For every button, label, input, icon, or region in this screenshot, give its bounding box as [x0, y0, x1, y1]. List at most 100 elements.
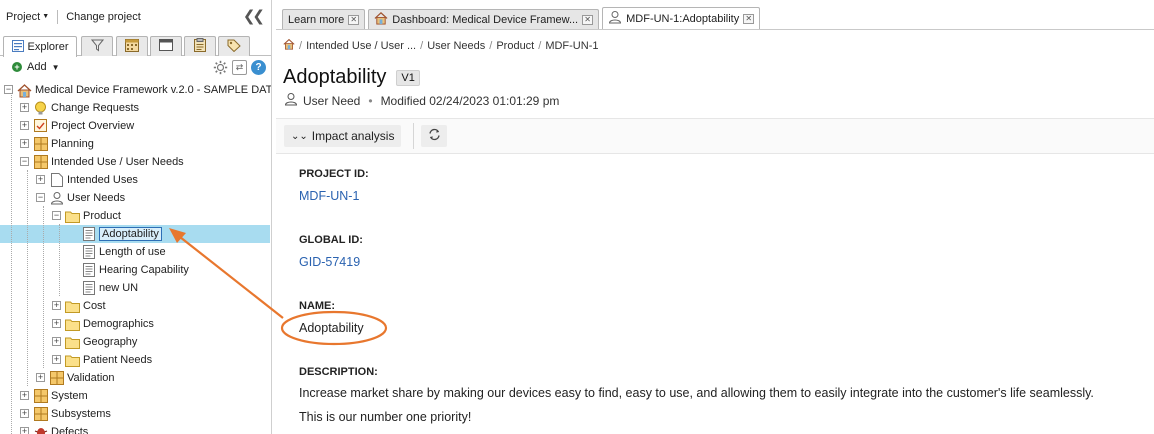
collapse-toggle-icon[interactable]: −: [36, 193, 45, 202]
meta-separator: •: [368, 93, 373, 108]
expand-toggle-icon[interactable]: +: [52, 301, 61, 310]
close-icon[interactable]: ✕: [582, 14, 594, 25]
tree-node-new-un[interactable]: new UN: [0, 279, 138, 297]
doc-lines-icon: [81, 245, 96, 260]
tab-label: Learn more: [288, 13, 345, 26]
tree-node-product[interactable]: − Product: [0, 207, 121, 225]
breadcrumb-item[interactable]: Product: [496, 40, 534, 52]
expand-toggle-icon[interactable]: +: [52, 337, 61, 346]
tree-node-adoptability[interactable]: Adoptability: [0, 225, 162, 243]
tree-node-label: Defects: [51, 426, 89, 434]
project-id-value[interactable]: MDF-UN-1: [299, 189, 369, 203]
expand-toggle-icon[interactable]: +: [36, 175, 45, 184]
expand-toggle-icon[interactable]: +: [36, 373, 45, 382]
collapse-panel-icon[interactable]: ❮❮: [243, 7, 265, 25]
left-tabs: Explorer: [0, 34, 271, 57]
tab-dashboard[interactable]: Dashboard: Medical Device Framew... ✕: [368, 9, 600, 29]
collapse-toggle-icon[interactable]: −: [20, 157, 29, 166]
tree-node-defects[interactable]: + Defects: [0, 423, 88, 434]
project-menu[interactable]: Project ▼: [6, 11, 49, 23]
app-root: Project ▼ Change project ❮❮ Explorer + A…: [0, 0, 1154, 434]
close-icon[interactable]: ✕: [348, 14, 360, 25]
main-panel: Learn more ✕ Dashboard: Medical Device F…: [276, 0, 1154, 434]
expand-toggle-icon[interactable]: +: [20, 391, 29, 400]
description-paragraph: This is our number one priority!: [299, 410, 472, 424]
page-title-row: Adoptability V1: [283, 66, 420, 89]
bulb-icon: [33, 101, 48, 116]
tab-adoptability[interactable]: MDF-UN-1:Adoptability ✕: [602, 7, 761, 29]
breadcrumb-item[interactable]: User Needs: [427, 40, 485, 52]
impact-analysis-button[interactable]: ⌄⌄ Impact analysis: [284, 125, 402, 147]
caret-down-icon: ▼: [51, 62, 60, 72]
tree-node-hearing-capability[interactable]: Hearing Capability: [0, 261, 189, 279]
tree-node-project-overview[interactable]: + Project Overview: [0, 117, 134, 135]
item-meta: User Need • Modified 02/24/2023 01:01:29…: [284, 92, 559, 109]
global-id-value[interactable]: GID-57419: [299, 255, 363, 269]
expand-toggle-icon[interactable]: +: [20, 427, 29, 434]
collapse-toggle-icon[interactable]: −: [4, 85, 13, 94]
expand-toggle-icon[interactable]: +: [20, 139, 29, 148]
breadcrumb-separator: /: [420, 39, 424, 52]
folder-icon: [65, 209, 80, 224]
refresh-button[interactable]: [421, 125, 447, 147]
project-menu-label: Project: [6, 10, 41, 23]
doc-lines-icon: [81, 227, 96, 242]
left-action-row: + Add ▼ ⇄ ?: [0, 57, 271, 79]
tree-node-label: Length of use: [99, 246, 166, 258]
tree-node-project[interactable]: − Medical Device Framework v.2.0 - SAMPL…: [0, 81, 271, 99]
breadcrumb-item[interactable]: MDF-UN-1: [545, 40, 598, 52]
tab-tags[interactable]: [218, 36, 250, 56]
tab-label: MDF-UN-1:Adoptability: [626, 12, 740, 25]
tree-node-demographics[interactable]: + Demographics: [0, 315, 154, 333]
expand-toggle-icon[interactable]: +: [20, 409, 29, 418]
add-button[interactable]: + Add ▼: [12, 61, 60, 73]
tree-node-label: Project Overview: [51, 120, 135, 132]
refresh-icon: [428, 128, 441, 144]
grid-icon: [33, 155, 48, 170]
expand-toggle-icon[interactable]: +: [20, 103, 29, 112]
help-icon[interactable]: ?: [251, 60, 266, 75]
tab-filter[interactable]: [81, 36, 113, 56]
tree-node-label: Intended Use / User Needs: [51, 156, 184, 168]
breadcrumb-separator: /: [538, 39, 542, 52]
expand-toggle-icon[interactable]: +: [52, 355, 61, 364]
gear-icon[interactable]: [213, 60, 228, 75]
window-icon: [159, 39, 173, 54]
bug-icon: [33, 425, 48, 434]
tree-node-system[interactable]: + System: [0, 387, 88, 405]
close-icon[interactable]: ✕: [743, 13, 755, 24]
tree-node-length-of-use[interactable]: Length of use: [0, 243, 166, 261]
expand-toggle-icon[interactable]: +: [52, 319, 61, 328]
tree-node-subsystems[interactable]: + Subsystems: [0, 405, 111, 423]
change-project-link[interactable]: Change project: [66, 11, 141, 23]
tree-node-geography[interactable]: + Geography: [0, 333, 137, 351]
tree-node-planning[interactable]: + Planning: [0, 135, 94, 153]
impact-analysis-label: Impact analysis: [311, 129, 395, 143]
tree-node-validation[interactable]: + Validation: [0, 369, 115, 387]
tree-node-patient-needs[interactable]: + Patient Needs: [0, 351, 152, 369]
tree-node-intended-use[interactable]: − Intended Use / User Needs: [0, 153, 184, 171]
tree-node-cost[interactable]: + Cost: [0, 297, 106, 315]
project-icon[interactable]: [283, 38, 295, 53]
tab-explorer[interactable]: Explorer: [3, 36, 77, 57]
sync-icon[interactable]: ⇄: [232, 60, 247, 75]
tree-node-user-needs[interactable]: − User Needs: [0, 189, 125, 207]
tree-node-label: Planning: [51, 138, 94, 150]
explorer-icon: [11, 39, 24, 55]
tab-learn-more[interactable]: Learn more ✕: [282, 9, 366, 29]
tab-clipboard[interactable]: [184, 36, 216, 56]
project-icon: [17, 83, 32, 98]
doc-lines-icon: [81, 281, 96, 296]
collapse-toggle-icon[interactable]: −: [52, 211, 61, 220]
tab-calendar[interactable]: [116, 36, 148, 56]
grid-icon: [33, 137, 48, 152]
breadcrumb-item[interactable]: Intended Use / User ...: [306, 40, 416, 52]
field-label: PROJECT ID:: [299, 168, 369, 180]
expand-toggle-icon[interactable]: +: [20, 121, 29, 130]
tree-node-intended-uses[interactable]: + Intended Uses: [0, 171, 138, 189]
tab-window[interactable]: [150, 36, 182, 56]
add-label: Add: [27, 61, 47, 73]
plus-icon: +: [12, 62, 22, 72]
overview-icon: [33, 119, 48, 134]
tree-node-change-requests[interactable]: + Change Requests: [0, 99, 139, 117]
